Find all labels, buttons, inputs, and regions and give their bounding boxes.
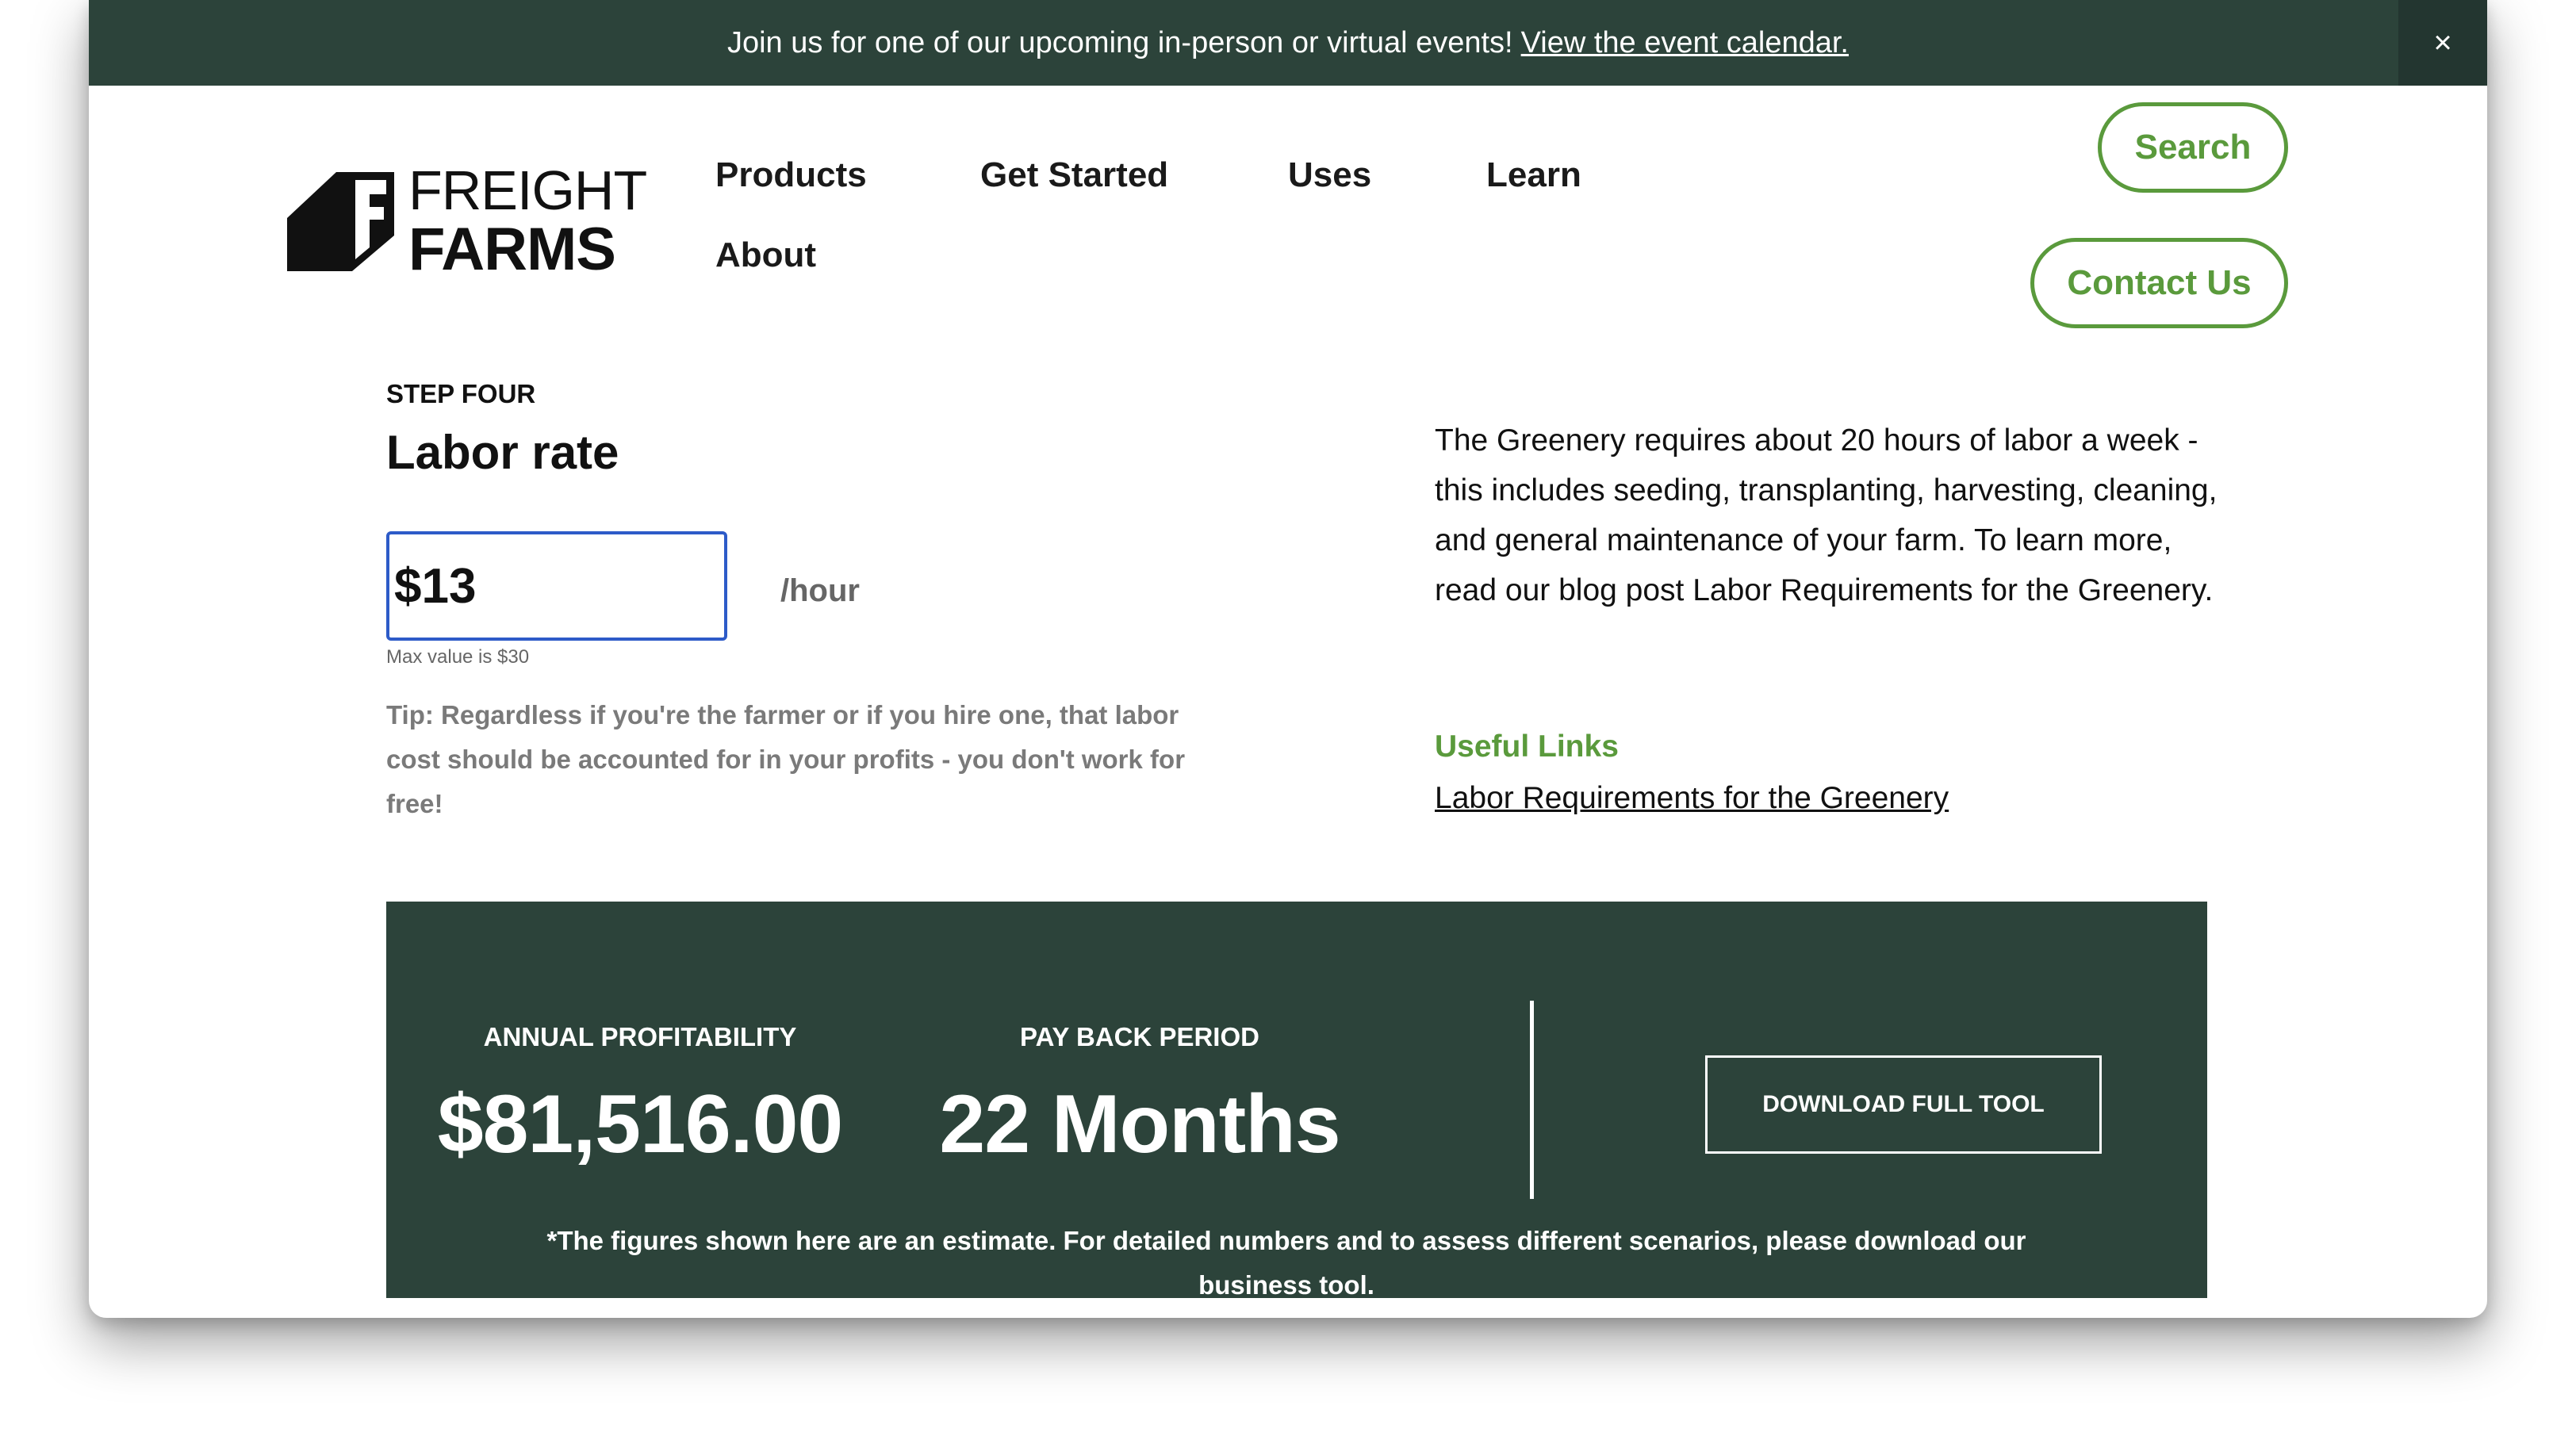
contact-us-button[interactable]: Contact Us xyxy=(2030,238,2288,328)
banner-close-button[interactable]: × xyxy=(2398,0,2487,86)
nav-item-learn[interactable]: Learn xyxy=(1486,155,1581,195)
freight-farms-logo[interactable]: FREIGHT FARMS xyxy=(287,159,647,283)
results-panel: ANNUAL PROFITABILITY $81,516.00 PAY BACK… xyxy=(386,902,2207,1300)
annual-profitability-label: ANNUAL PROFITABILITY xyxy=(483,1022,797,1051)
tip-text: Tip: Regardless if you're the farmer or … xyxy=(386,700,1186,818)
payback-period-label: PAY BACK PERIOD xyxy=(1020,1022,1259,1051)
rate-unit-label: /hour xyxy=(780,573,860,608)
estimate-disclaimer: *The figures shown here are an estimate.… xyxy=(546,1226,2026,1300)
browser-window: Join us for one of our upcoming in-perso… xyxy=(89,0,2487,1318)
logo-text-freight: FREIGHT xyxy=(408,159,647,221)
event-calendar-link[interactable]: View the event calendar. xyxy=(1521,26,1849,60)
useful-links-heading: Useful Links xyxy=(1435,729,1619,764)
announcement-banner: Join us for one of our upcoming in-perso… xyxy=(89,0,2487,86)
section-title: Labor rate xyxy=(386,426,619,479)
nav-item-about[interactable]: About xyxy=(715,236,816,275)
step-label: STEP FOUR xyxy=(386,379,536,408)
results-divider xyxy=(1530,1001,1534,1199)
payback-period-value: 22 Months xyxy=(939,1078,1340,1170)
logo-mark-icon xyxy=(287,171,394,271)
labor-description: The Greenery requires about 20 hours of … xyxy=(1435,423,2218,607)
nav-item-uses[interactable]: Uses xyxy=(1288,155,1371,195)
download-full-tool-button[interactable]: DOWNLOAD FULL TOOL xyxy=(1705,1055,2102,1154)
nav-item-products[interactable]: Products xyxy=(715,155,867,195)
labor-rate-input[interactable] xyxy=(386,531,727,641)
annual-profitability-value: $81,516.00 xyxy=(437,1078,844,1170)
max-value-hint: Max value is $30 xyxy=(386,646,530,668)
banner-text: Join us for one of our upcoming in-perso… xyxy=(726,25,1513,59)
close-icon: × xyxy=(2433,25,2452,60)
nav-item-get-started[interactable]: Get Started xyxy=(980,155,1168,195)
search-button[interactable]: Search xyxy=(2098,102,2288,193)
logo-text-farms: FARMS xyxy=(408,216,616,283)
labor-requirements-link[interactable]: Labor Requirements for the Greenery xyxy=(1435,781,1949,816)
